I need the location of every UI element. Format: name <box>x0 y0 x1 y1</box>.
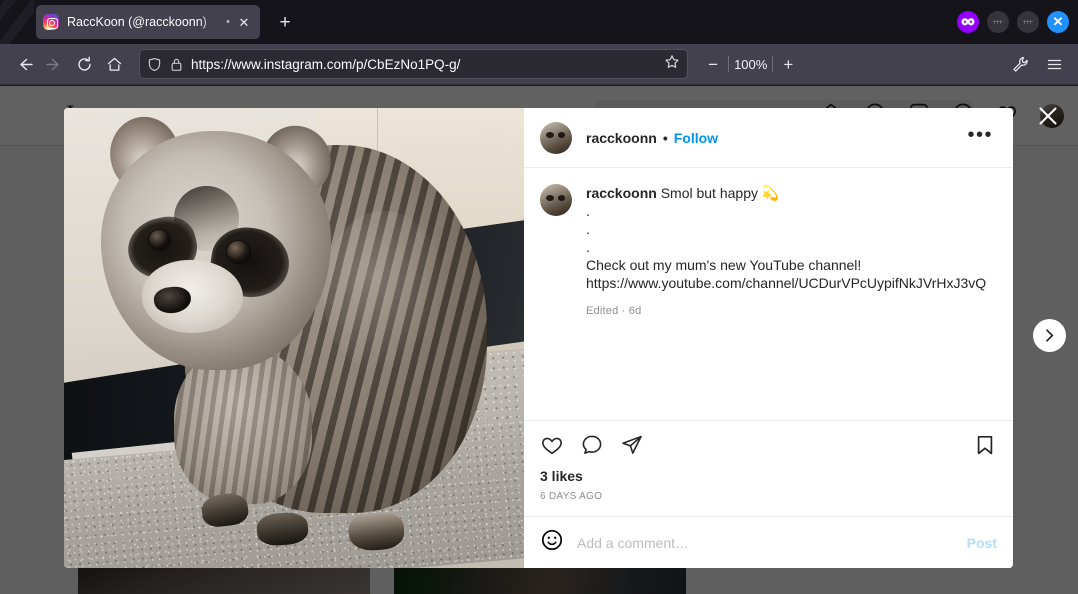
shield-icon[interactable] <box>147 57 162 72</box>
zoom-separator <box>772 56 774 72</box>
post-photo[interactable] <box>64 108 524 568</box>
post-author-username[interactable]: racckoonn <box>586 130 657 146</box>
like-heart-icon[interactable] <box>540 433 564 462</box>
post-header: racckoonn • Follow ••• <box>524 108 1013 168</box>
post-comment-button[interactable]: Post <box>967 535 997 551</box>
url-text: https://www.instagram.com/p/CbEzNo1PQ-g/ <box>191 56 461 72</box>
window-maximize-button[interactable] <box>1017 11 1039 33</box>
next-post-button[interactable] <box>1033 319 1066 352</box>
zoom-out-button[interactable]: − <box>700 51 726 77</box>
post-timestamp: 6 DAYS AGO <box>540 491 603 502</box>
hamburger-menu-icon[interactable] <box>1039 49 1069 79</box>
home-button[interactable] <box>99 49 129 79</box>
likes-count[interactable]: 3 likes <box>540 468 997 484</box>
browser-toolbar: https://www.instagram.com/p/CbEzNo1PQ-g/… <box>0 44 1078 85</box>
instagram-favicon-icon <box>43 14 59 30</box>
caption-author-avatar[interactable] <box>540 184 572 216</box>
caption-line: . <box>586 239 590 255</box>
window-decoration <box>0 0 34 44</box>
raccoon-chest <box>174 347 313 504</box>
caption-line: Check out my mum's new YouTube channel! <box>586 257 862 273</box>
modal-close-button[interactable] <box>1032 100 1064 132</box>
zoom-in-button[interactable]: + <box>775 51 801 77</box>
tab-close-button[interactable]: ✕ <box>235 13 253 31</box>
tab-indicator-dot: • <box>226 16 230 28</box>
raccoon-eye-right <box>227 241 251 263</box>
zoom-level-label[interactable]: 100% <box>731 57 770 72</box>
window-controls: ✕ <box>957 11 1069 33</box>
new-tab-button[interactable]: + <box>273 10 297 34</box>
post-caption-area: racckoonn Smol but happy 💫 . . . Check o… <box>524 168 1013 420</box>
bookmark-star-icon[interactable] <box>664 54 680 75</box>
action-icon-row <box>540 429 997 465</box>
caption-edited-timestamp: Edited · 6d <box>586 305 642 317</box>
zoom-controls: − 100% + <box>700 51 801 77</box>
post-options-button[interactable]: ••• <box>963 125 997 145</box>
header-separator-dot: • <box>662 129 668 146</box>
comment-input[interactable] <box>577 534 954 551</box>
caption-youtube-url: https://www.youtube.com/channel/UCDurVPc… <box>586 275 987 291</box>
browser-tab-bar: RaccKoon (@racckoonn) • ✕ + ✕ <box>0 0 1078 44</box>
caption-line: . <box>586 203 590 219</box>
tab-title: RaccKoon (@racckoonn) <box>67 15 207 29</box>
post-details-pane: racckoonn • Follow ••• racckoonn Smol bu… <box>524 108 1013 568</box>
chevron-right-icon <box>1046 329 1054 342</box>
url-bar[interactable]: https://www.instagram.com/p/CbEzNo1PQ-g/ <box>139 49 689 79</box>
zoom-separator <box>728 56 730 72</box>
browser-window: RaccKoon (@racckoonn) • ✕ + ✕ https://ww… <box>0 0 1078 594</box>
raccoon-paw <box>348 511 406 552</box>
window-close-button[interactable]: ✕ <box>1047 11 1069 33</box>
caption-row: racckoonn Smol but happy 💫 . . . Check o… <box>540 184 997 320</box>
raccoon-body-highlight <box>323 211 445 373</box>
caption-text: racckoonn Smol but happy 💫 . . . Check o… <box>586 184 986 320</box>
caption-username[interactable]: racckoonn <box>586 185 657 201</box>
browser-tab[interactable]: RaccKoon (@racckoonn) • ✕ <box>36 5 260 39</box>
post-actions: 3 likes 6 DAYS AGO <box>524 420 1013 502</box>
comment-icon[interactable] <box>580 433 604 462</box>
follow-button[interactable]: Follow <box>674 130 718 146</box>
forward-button[interactable] <box>39 49 69 79</box>
reload-button[interactable] <box>69 49 99 79</box>
post-modal: racckoonn • Follow ••• racckoonn Smol bu… <box>64 108 1013 568</box>
comment-bar: Post <box>524 516 1013 568</box>
lock-icon[interactable] <box>170 57 183 72</box>
share-icon[interactable] <box>620 433 644 462</box>
caption-first-line: Smol but happy 💫 <box>656 185 780 201</box>
window-minimize-button[interactable] <box>987 11 1009 33</box>
bookmark-icon[interactable] <box>973 433 997 462</box>
back-button[interactable] <box>9 49 39 79</box>
emoji-smiley-icon[interactable] <box>540 528 564 557</box>
toolbar-right-buttons <box>1005 49 1069 79</box>
private-mask-icon[interactable] <box>957 11 979 33</box>
post-author-avatar[interactable] <box>540 121 572 154</box>
caption-line: . <box>586 221 590 237</box>
wrench-icon[interactable] <box>1005 49 1035 79</box>
